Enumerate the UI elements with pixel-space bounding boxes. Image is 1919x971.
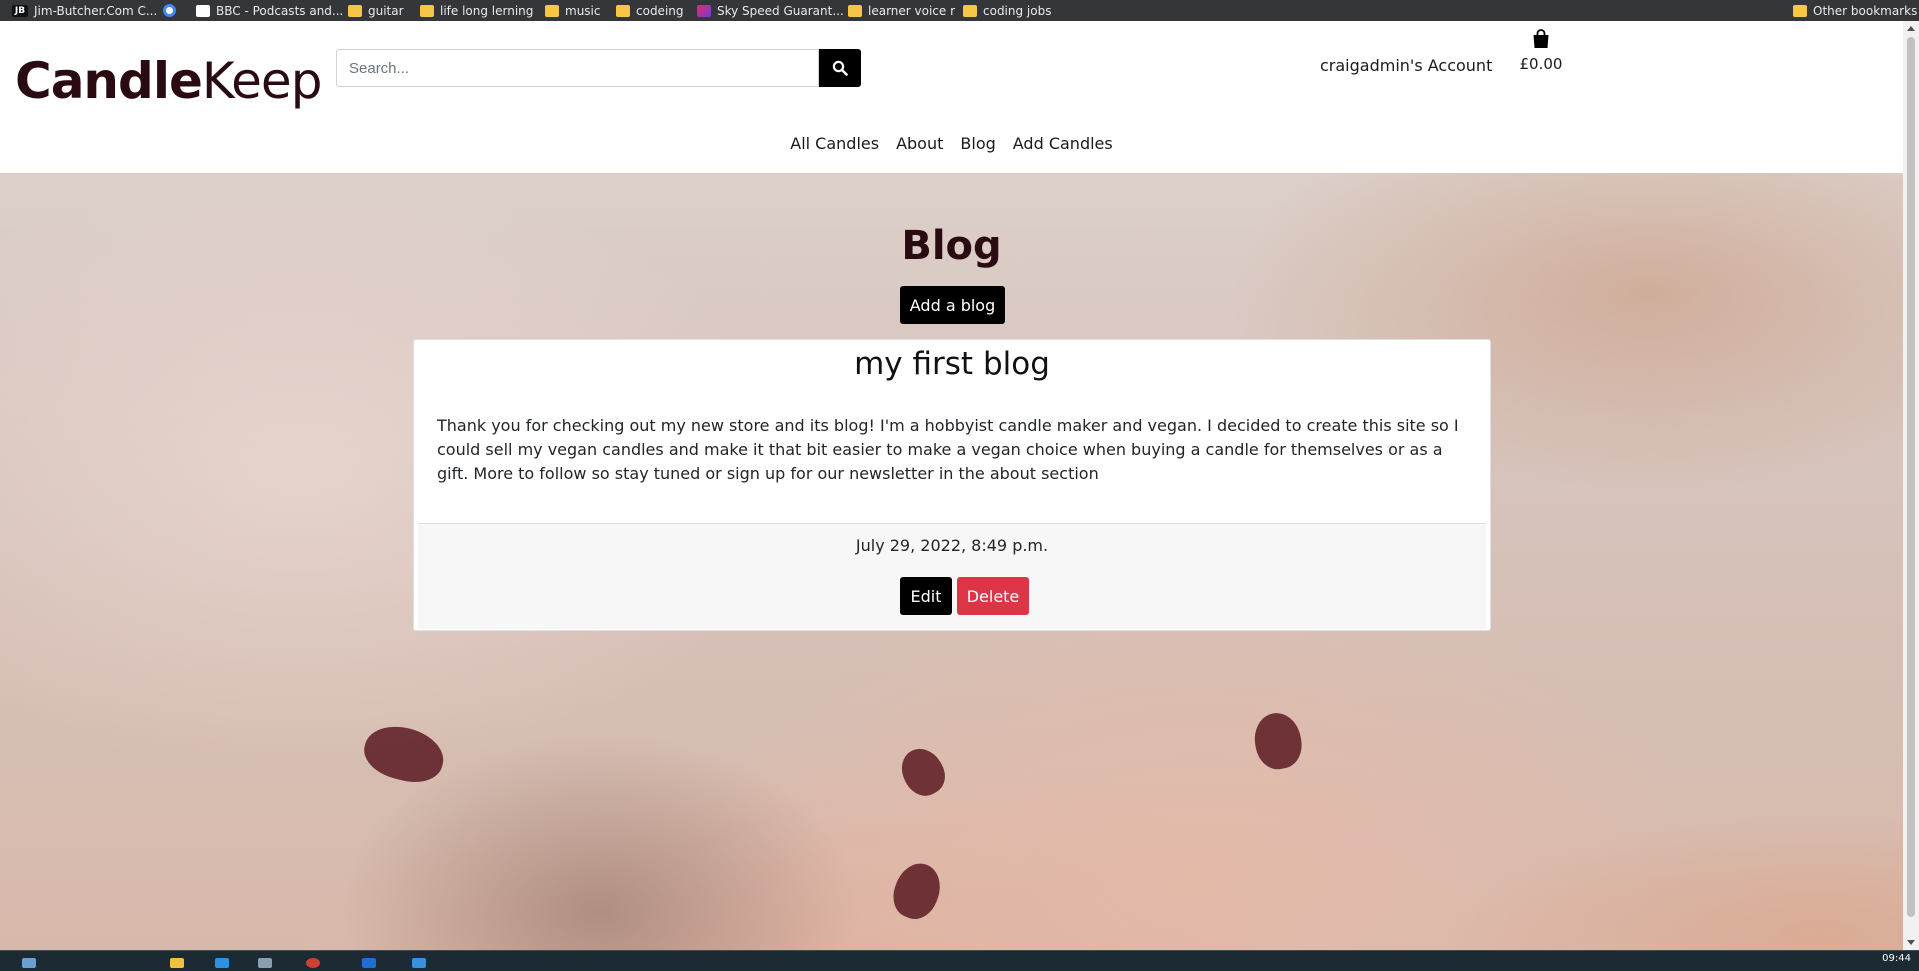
hero-background: Blog Add a blog my first blog Thank you … (0, 173, 1903, 950)
add-blog-button[interactable]: Add a blog (900, 286, 1005, 324)
app-icon[interactable] (412, 958, 426, 968)
nav-add-candles[interactable]: Add Candles (1013, 134, 1113, 153)
bookmark-other-bookmarks[interactable]: Other bookmarks (1793, 0, 1917, 21)
folder-icon (348, 4, 362, 17)
bookmark-sky-speed[interactable]: Sky Speed Guarant... (697, 0, 844, 21)
bbc-favicon-icon (196, 4, 210, 17)
app-icon[interactable] (362, 958, 376, 968)
bookmarks-bar: JB Jim-Butcher.Com C... BBC - Podcasts a… (0, 0, 1919, 21)
bookmark-music[interactable]: music (545, 0, 600, 21)
page-scrollbar[interactable] (1903, 21, 1919, 950)
sky-favicon-icon (697, 4, 711, 17)
bookmark-codeing[interactable]: codeing (616, 0, 684, 21)
bag-total: £0.00 (1519, 55, 1563, 73)
nav-all-candles[interactable]: All Candles (790, 134, 879, 153)
app-icon[interactable] (258, 958, 272, 968)
scroll-thumb[interactable] (1907, 37, 1915, 917)
background-photo-detail (893, 741, 953, 803)
bookmark-learner-voice[interactable]: learner voice r (848, 0, 955, 21)
search-input[interactable] (336, 49, 819, 87)
nav-blog[interactable]: Blog (960, 134, 995, 153)
folder-icon (963, 4, 977, 17)
search-form (336, 49, 861, 87)
background-photo-detail (1250, 709, 1306, 773)
main-nav: All Candles About Blog Add Candles (0, 134, 1903, 153)
blog-post-body: Thank you for checking out my new store … (437, 416, 1459, 483)
search-button[interactable] (819, 49, 861, 87)
file-explorer-icon[interactable] (170, 958, 184, 968)
blog-post-card: my first blog Thank you for checking out… (413, 339, 1491, 631)
site-header: CandleKeep craigadmin's Account £0.00 Al… (0, 21, 1903, 173)
edit-button[interactable]: Edit (900, 577, 952, 615)
search-icon (832, 60, 848, 76)
folder-icon (1793, 4, 1807, 17)
logo-light-text: Keep (201, 52, 323, 110)
folder-icon (616, 4, 630, 17)
blog-post-title: my first blog (854, 346, 1050, 382)
start-icon[interactable] (22, 958, 36, 968)
taskbar-clock: 09:44 (1882, 953, 1911, 964)
account-link[interactable]: craigadmin's Account (1320, 56, 1492, 75)
nav-about[interactable]: About (896, 134, 943, 153)
folder-icon (545, 4, 559, 17)
shopping-bag-link[interactable]: £0.00 (1519, 29, 1563, 73)
google-favicon-icon (163, 4, 176, 17)
delete-button[interactable]: Delete (957, 577, 1029, 615)
bookmark-guitar[interactable]: guitar (348, 0, 404, 21)
bookmark-google[interactable] (163, 0, 176, 21)
blog-post-date: July 29, 2022, 8:49 p.m. (855, 536, 1049, 555)
bookmark-jim-butcher[interactable]: JB Jim-Butcher.Com C... (12, 0, 157, 21)
site-logo[interactable]: CandleKeep (15, 52, 323, 110)
background-photo-detail (886, 857, 948, 925)
folder-icon (420, 4, 434, 17)
page-title: Blog (901, 223, 1002, 269)
app-icon[interactable] (215, 958, 229, 968)
bookmark-coding-jobs[interactable]: coding jobs (963, 0, 1051, 21)
bookmark-life-long-lerning[interactable]: life long lerning (420, 0, 533, 21)
scroll-down-arrow-icon[interactable] (1903, 936, 1919, 950)
folder-icon (848, 4, 862, 17)
logo-bold-text: Candle (15, 52, 203, 110)
shopping-bag-icon (1533, 29, 1549, 48)
os-taskbar: 09:44 (0, 950, 1919, 971)
blog-post-footer: July 29, 2022, 8:49 p.m. Edit Delete (418, 523, 1486, 629)
background-photo-detail (358, 718, 450, 790)
jb-favicon-icon: JB (12, 4, 28, 17)
bookmark-bbc-podcasts[interactable]: BBC - Podcasts and... (196, 0, 343, 21)
chrome-icon[interactable] (306, 958, 320, 968)
scroll-up-arrow-icon[interactable] (1903, 21, 1919, 35)
